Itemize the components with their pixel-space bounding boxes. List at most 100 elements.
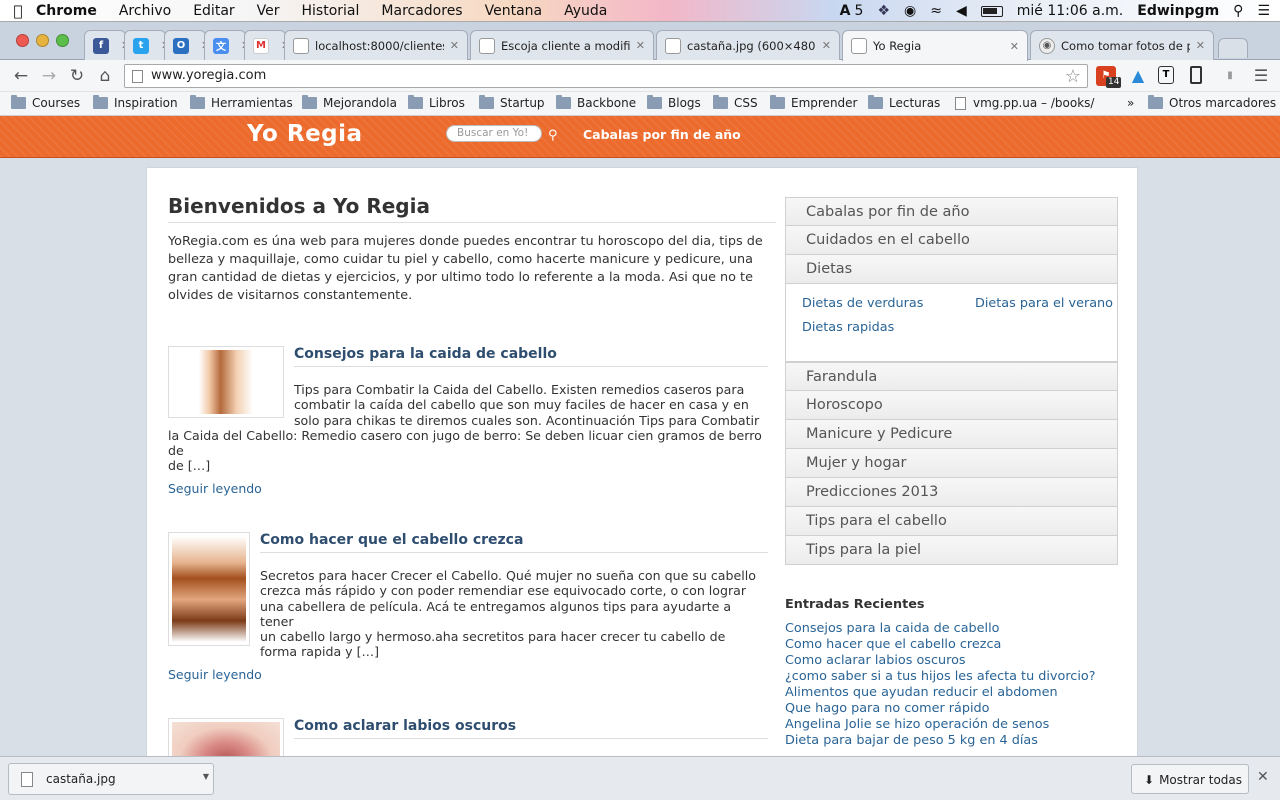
bookmarks-overflow-chevron[interactable]: » bbox=[1127, 96, 1134, 110]
category-cuidados-cabello[interactable]: Cuidados en el cabello bbox=[785, 226, 1118, 255]
recent-post-link[interactable]: Angelina Jolie se hizo operación de seno… bbox=[785, 717, 1049, 732]
post-thumbnail[interactable] bbox=[168, 532, 250, 646]
close-icon[interactable]: ✕ bbox=[1257, 769, 1269, 785]
clock[interactable]: mié 11:06 a.m. bbox=[1017, 3, 1124, 19]
bookmark-folder[interactable]: CSS bbox=[713, 95, 758, 110]
menu-marcadores[interactable]: Marcadores bbox=[381, 3, 462, 19]
recent-post-link[interactable]: Que hago para no comer rápido bbox=[785, 701, 990, 716]
chrome-menu-icon[interactable]: ☰ bbox=[1250, 65, 1272, 87]
tab-castana-jpg[interactable]: castaña.jpg (600×480) ✕ bbox=[656, 30, 840, 60]
bookmark-folder[interactable]: Inspiration bbox=[93, 95, 178, 110]
post-title-link[interactable]: Consejos para la caida de cabello bbox=[294, 346, 768, 367]
category-tips-cabello[interactable]: Tips para el cabello bbox=[785, 507, 1118, 536]
tab-localhost-clientes[interactable]: localhost:8000/clientes/✕ bbox=[284, 30, 468, 60]
subcategory-dietas-verduras[interactable]: Dietas de verduras bbox=[802, 296, 923, 311]
recent-post-link[interactable]: Consejos para la caida de cabello bbox=[785, 621, 999, 636]
category-mujer-hogar[interactable]: Mujer y hogar bbox=[785, 449, 1118, 478]
close-icon[interactable]: ✕ bbox=[1190, 39, 1205, 52]
site-logo[interactable]: Yo Regia bbox=[247, 121, 363, 147]
address-bar[interactable]: www.yoregia.com ☆ bbox=[124, 64, 1088, 88]
category-dietas[interactable]: Dietas bbox=[785, 255, 1118, 284]
tab-translate[interactable]: 文✕ bbox=[204, 30, 246, 60]
bookmark-folder[interactable]: Backbone bbox=[556, 95, 636, 110]
apple-icon[interactable]:  bbox=[0, 2, 36, 20]
reload-icon[interactable]: ↻ bbox=[66, 65, 88, 87]
forward-arrow-icon[interactable]: → bbox=[38, 65, 60, 87]
post-thumbnail[interactable] bbox=[168, 718, 284, 756]
menu-app-chrome[interactable]: Chrome bbox=[36, 3, 97, 19]
category-farandula[interactable]: Farandula bbox=[785, 362, 1118, 391]
close-icon[interactable]: ✕ bbox=[816, 39, 831, 52]
category-horoscopo[interactable]: Horoscopo bbox=[785, 391, 1118, 420]
post-title-link[interactable]: Como aclarar labios oscuros bbox=[294, 718, 768, 739]
page-icon bbox=[479, 37, 495, 54]
extension-blue-icon[interactable]: ▲ bbox=[1128, 66, 1148, 86]
recent-post-link[interactable]: Como aclarar labios oscuros bbox=[785, 653, 966, 668]
bookmark-folder-other[interactable]: Otros marcadores bbox=[1148, 95, 1276, 110]
battery-icon[interactable] bbox=[980, 5, 1003, 17]
bookmark-folder[interactable]: Herramientas bbox=[190, 95, 293, 110]
site-search-input[interactable]: Buscar en Yo! bbox=[446, 125, 542, 142]
sync-icon[interactable]: ◉ bbox=[904, 3, 916, 19]
home-icon[interactable]: ⌂ bbox=[94, 65, 116, 87]
tab-escoja-cliente[interactable]: Escoja cliente a modificar✕ bbox=[470, 30, 654, 60]
notification-center-icon[interactable]: ☰ bbox=[1257, 3, 1270, 19]
tab-como-tomar-fotos[interactable]: ◉ Como tomar fotos de pare✕ bbox=[1030, 30, 1214, 60]
category-predicciones-2013[interactable]: Predicciones 2013 bbox=[785, 478, 1118, 507]
menu-historial[interactable]: Historial bbox=[302, 3, 360, 19]
read-more-link[interactable]: Seguir leyendo bbox=[168, 667, 262, 682]
dropbox-icon[interactable]: ❖ bbox=[877, 3, 890, 19]
extension-bars-icon[interactable]: ▮ bbox=[1220, 66, 1240, 86]
recent-post-link[interactable]: Como hacer que el cabello crezca bbox=[785, 637, 1001, 652]
extension-readability-icon[interactable]: T bbox=[1158, 66, 1174, 84]
category-tips-piel[interactable]: Tips para la piel bbox=[785, 536, 1118, 565]
menu-ventana[interactable]: Ventana bbox=[485, 3, 543, 19]
chevron-down-icon[interactable]: ▼ bbox=[203, 772, 209, 781]
recent-post-link[interactable]: Alimentos que ayudan reducir el abdomen bbox=[785, 685, 1058, 700]
back-arrow-icon[interactable]: ← bbox=[10, 65, 32, 87]
tab-facebook[interactable]: f✕ bbox=[84, 30, 126, 60]
bookmark-folder[interactable]: Mejorandola bbox=[302, 95, 397, 110]
tab-yo-regia[interactable]: Yo Regia ✕ bbox=[842, 30, 1028, 61]
user-name[interactable]: Edwinpgm bbox=[1137, 3, 1219, 19]
read-more-link[interactable]: Seguir leyendo bbox=[168, 481, 262, 496]
download-item[interactable]: castaña.jpg ▼ bbox=[8, 763, 214, 795]
zoom-window-button[interactable] bbox=[56, 34, 69, 47]
close-icon[interactable]: ✕ bbox=[630, 39, 645, 52]
subcategory-dietas-verano[interactable]: Dietas para el verano bbox=[975, 296, 1113, 311]
tab-gmail[interactable]: M✕ bbox=[244, 30, 286, 60]
extension-mobile-icon[interactable] bbox=[1190, 66, 1202, 84]
close-icon[interactable]: ✕ bbox=[444, 39, 459, 52]
bookmark-folder[interactable]: Libros bbox=[408, 95, 465, 110]
adobe-status-icon[interactable]: A bbox=[840, 3, 851, 19]
bookmark-folder[interactable]: Emprender bbox=[770, 95, 857, 110]
bookmark-star-icon[interactable]: ☆ bbox=[1065, 66, 1081, 87]
header-nav-link[interactable]: Cabalas por fin de año bbox=[583, 127, 741, 142]
bookmark-folder[interactable]: Startup bbox=[479, 95, 545, 110]
menu-archivo[interactable]: Archivo bbox=[119, 3, 171, 19]
menu-editar[interactable]: Editar bbox=[193, 3, 234, 19]
post-title-link[interactable]: Como hacer que el cabello crezca bbox=[260, 532, 768, 553]
new-tab-button[interactable] bbox=[1218, 38, 1248, 58]
show-all-downloads-button[interactable]: ⬇ Mostrar todas bbox=[1131, 764, 1249, 794]
spotlight-search-icon[interactable]: ⚲ bbox=[1233, 3, 1243, 19]
close-icon[interactable]: ✕ bbox=[1004, 40, 1019, 53]
search-icon[interactable]: ⚲ bbox=[548, 128, 558, 143]
bookmark-link[interactable]: vmg.pp.ua – /books/ bbox=[955, 96, 1094, 110]
recent-post-link[interactable]: ¿como saber si a tus hijos les afecta tu… bbox=[785, 669, 1096, 684]
category-manicure-pedicure[interactable]: Manicure y Pedicure bbox=[785, 420, 1118, 449]
tab-twitter[interactable]: t✕ bbox=[124, 30, 166, 60]
menu-ver[interactable]: Ver bbox=[257, 3, 280, 19]
subcategory-dietas-rapidas[interactable]: Dietas rapidas bbox=[802, 320, 894, 335]
minimize-window-button[interactable] bbox=[36, 34, 49, 47]
bookmark-folder[interactable]: Blogs bbox=[647, 95, 701, 110]
bookmark-folder[interactable]: Courses bbox=[11, 95, 80, 110]
recent-post-link[interactable]: Dieta para bajar de peso 5 kg en 4 días bbox=[785, 733, 1038, 748]
category-cabalas[interactable]: Cabalas por fin de año bbox=[785, 197, 1118, 226]
tab-outlook[interactable]: O✕ bbox=[164, 30, 206, 60]
menu-ayuda[interactable]: Ayuda bbox=[564, 3, 607, 19]
bookmark-folder[interactable]: Lecturas bbox=[868, 95, 940, 110]
volume-icon[interactable]: ◀ bbox=[956, 3, 967, 19]
close-window-button[interactable] bbox=[16, 34, 29, 47]
wifi-icon[interactable]: ≈ bbox=[930, 3, 942, 19]
